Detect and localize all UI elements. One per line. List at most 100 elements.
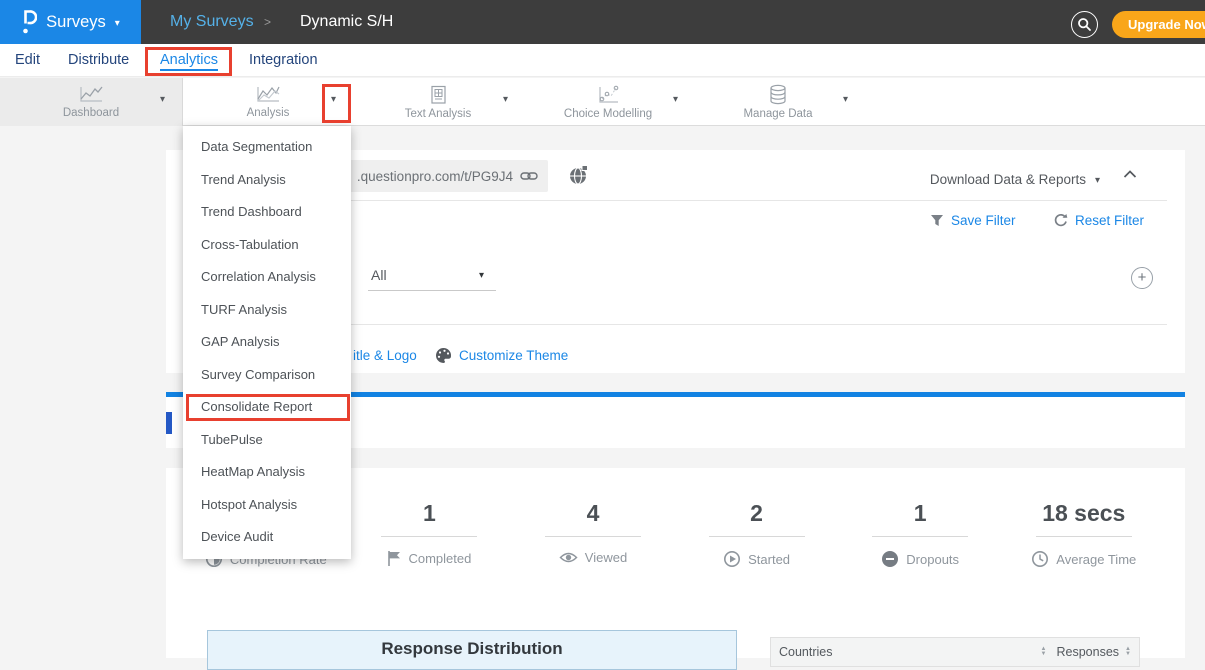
filter-funnel-icon <box>930 214 944 227</box>
toolbar-label: Text Analysis <box>405 108 471 120</box>
scatter-chart-icon <box>596 85 620 105</box>
response-distribution-title: Response Distribution <box>381 639 562 658</box>
link-icon[interactable] <box>520 170 538 182</box>
menu-item-data-segmentation[interactable]: Data Segmentation <box>183 131 351 164</box>
tab-analytics[interactable]: Analytics <box>160 44 218 77</box>
stat-label: Started <box>748 552 790 567</box>
menu-item-consolidate-report[interactable]: Consolidate Report <box>183 391 351 424</box>
toolbar-dashboard-button[interactable]: Dashboard <box>0 78 183 126</box>
stat-value: 2 <box>675 496 839 530</box>
add-filter-plus-button[interactable]: + <box>1131 267 1153 289</box>
toolbar-label: Analysis <box>247 107 290 119</box>
menu-item-turf-analysis[interactable]: TURF Analysis <box>183 294 351 327</box>
stat-underline <box>872 536 968 537</box>
top-navigation-bar: Surveys ▾ My Surveys > Dynamic S/H Upgra… <box>0 0 1205 44</box>
stat-label: Average Time <box>1056 552 1136 567</box>
download-data-reports-dropdown[interactable]: Download Data & Reports ▾ <box>930 164 1100 194</box>
active-tab-underline <box>160 69 218 71</box>
reset-filter-label: Reset Filter <box>1075 213 1144 228</box>
questionpro-logo-icon <box>21 8 37 36</box>
stat-label: Dropouts <box>906 552 959 567</box>
filter-all-select[interactable]: All ▾ <box>368 262 496 291</box>
chevron-down-icon: ▾ <box>1095 175 1100 186</box>
save-filter-button[interactable]: Save Filter <box>930 213 1016 228</box>
tab-integration[interactable]: Integration <box>249 44 318 77</box>
stat-completed: 1 Completed <box>348 496 512 573</box>
menu-item-heatmap-analysis[interactable]: HeatMap Analysis <box>183 456 351 489</box>
text-analysis-dropdown-caret[interactable]: ▾ <box>503 94 508 105</box>
clock-icon <box>1031 550 1049 568</box>
globe-security-icon[interactable] <box>568 164 590 186</box>
stat-value: 18 secs <box>1002 496 1166 530</box>
menu-item-cross-tabulation[interactable]: Cross-Tabulation <box>183 229 351 262</box>
minus-circle-icon <box>881 550 899 568</box>
menu-item-trend-dashboard[interactable]: Trend Dashboard <box>183 196 351 229</box>
choice-modelling-dropdown-caret[interactable]: ▾ <box>673 94 678 105</box>
stat-started: 2 Started <box>675 496 839 573</box>
text-document-icon <box>427 85 449 105</box>
chevron-down-icon: ▾ <box>479 270 484 281</box>
customize-theme-link[interactable]: Customize Theme <box>459 343 568 369</box>
database-icon <box>767 84 789 105</box>
toolbar-text-analysis-button[interactable]: Text Analysis <box>353 78 523 126</box>
reset-filter-button[interactable]: Reset Filter <box>1053 213 1144 228</box>
countries-table-header: Countries ▲▼ Responses ▲▼ <box>770 637 1140 667</box>
toolbar-label: Dashboard <box>63 107 119 119</box>
survey-tab-bar: Edit Distribute Analytics Integration <box>0 44 1205 77</box>
toolbar-analysis-button[interactable]: Analysis <box>183 78 353 126</box>
toolbar-choice-modelling-button[interactable]: Choice Modelling <box>523 78 693 126</box>
line-chart-icon <box>78 85 104 104</box>
dashboard-dropdown-caret[interactable]: ▾ <box>160 94 165 105</box>
tab-distribute[interactable]: Distribute <box>68 44 129 77</box>
menu-item-tubepulse[interactable]: TubePulse <box>183 424 351 457</box>
analytics-toolbar: Dashboard ▾ Analysis ▾ Text Analysis ▾ <box>0 78 1205 126</box>
toolbar-manage-data-button[interactable]: Manage Data <box>693 78 863 126</box>
upgrade-now-button[interactable]: Upgrade Now <box>1112 11 1205 38</box>
search-button[interactable] <box>1071 11 1098 38</box>
flag-icon <box>387 550 401 567</box>
stat-dropouts: 1 Dropouts <box>838 496 1002 573</box>
stat-viewed: 4 Viewed <box>511 496 675 573</box>
stat-label: Completed <box>408 551 471 566</box>
stat-underline <box>545 536 641 537</box>
product-label: Surveys <box>46 13 106 32</box>
menu-item-survey-comparison[interactable]: Survey Comparison <box>183 359 351 392</box>
sort-responses-icon[interactable]: ▲▼ <box>1125 647 1131 657</box>
toolbar-label: Choice Modelling <box>564 108 652 120</box>
menu-item-device-audit[interactable]: Device Audit <box>183 521 351 554</box>
survey-url-text: .questionpro.com/t/PG9J4 <box>357 169 513 184</box>
stat-value: 1 <box>838 496 1002 530</box>
analysis-dropdown-caret[interactable]: ▾ <box>331 94 336 105</box>
stat-underline <box>1036 536 1132 537</box>
breadcrumb-my-surveys[interactable]: My Surveys <box>170 0 254 44</box>
menu-item-trend-analysis[interactable]: Trend Analysis <box>183 164 351 197</box>
menu-item-correlation-analysis[interactable]: Correlation Analysis <box>183 261 351 294</box>
menu-item-hotspot-analysis[interactable]: Hotspot Analysis <box>183 489 351 522</box>
breadcrumb-separator: > <box>264 0 271 44</box>
responses-column-header[interactable]: Responses <box>1057 645 1120 659</box>
menu-item-gap-analysis[interactable]: GAP Analysis <box>183 326 351 359</box>
palette-icon <box>435 347 452 364</box>
chevron-down-icon: ▾ <box>115 18 120 29</box>
surveys-product-menu[interactable]: Surveys ▾ <box>0 0 141 44</box>
section-heading-bar <box>166 412 172 434</box>
tab-edit[interactable]: Edit <box>15 44 40 77</box>
sort-countries-icon[interactable]: ▲▼ <box>1041 647 1047 657</box>
download-data-reports-label: Download Data & Reports <box>930 172 1086 187</box>
eye-icon <box>559 551 578 564</box>
collapse-panel-chevron-up-icon[interactable] <box>1123 170 1137 178</box>
stat-underline <box>709 536 805 537</box>
response-distribution-header: Response Distribution <box>207 630 737 670</box>
analysis-dropdown-menu: Data Segmentation Trend Analysis Trend D… <box>183 126 351 559</box>
countries-column-header[interactable]: Countries <box>779 645 833 659</box>
edit-title-logo-link[interactable]: itle & Logo <box>353 343 417 369</box>
filter-all-selected-value: All <box>368 262 496 288</box>
stat-value: 4 <box>511 496 675 530</box>
search-icon <box>1077 17 1092 32</box>
manage-data-dropdown-caret[interactable]: ▾ <box>843 94 848 105</box>
stat-underline <box>381 536 477 537</box>
reset-refresh-icon <box>1053 213 1068 228</box>
stat-label: Viewed <box>585 550 627 565</box>
play-circle-icon <box>723 550 741 568</box>
multi-line-chart-icon <box>255 85 281 104</box>
